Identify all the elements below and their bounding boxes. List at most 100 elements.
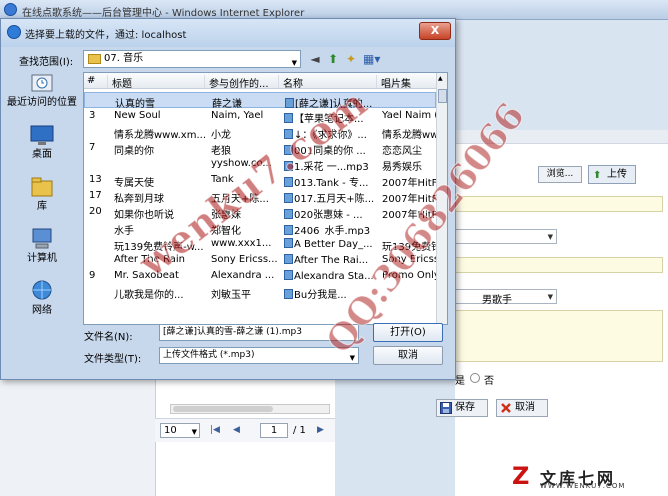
file-num: 20 — [89, 206, 102, 217]
current-page-input[interactable]: 1 — [260, 423, 288, 438]
upload-button[interactable]: ⬆ 上传 — [588, 165, 636, 184]
file-row[interactable]: 3 New Soul Naim, Yael 【苹果笔记本... Yael Naim ( — [84, 108, 436, 124]
vertical-scrollbar[interactable]: ▲ — [436, 73, 447, 324]
next-page-icon[interactable]: ▶ — [317, 425, 324, 435]
close-button[interactable]: X — [419, 22, 451, 40]
file-row[interactable]: 水手 郑智化 2406_水手.mp3 — [84, 220, 436, 236]
logo-mark-icon: Z — [512, 462, 530, 490]
view-menu-icon[interactable]: ▦▾ — [363, 51, 380, 67]
browser-title: 在线点歌系统——后台管理中心 - Windows Internet Explor… — [22, 8, 305, 19]
file-type-value: 上传文件格式 (*.mp3) — [163, 350, 255, 360]
file-list[interactable]: # 标题 参与创作的... 名称 唱片集 认真的雪 薛之谦 [薛之谦]认真的... 3… — [83, 72, 448, 325]
file-name: Bu分我是... — [284, 286, 377, 299]
browse-button[interactable]: 浏览... — [538, 166, 582, 183]
background-select[interactable]: ▼ — [455, 229, 557, 244]
file-title: 私奔到月球 — [114, 194, 164, 203]
file-artist: 五月天+陈... — [211, 194, 269, 203]
place-network[interactable]: 网络 — [5, 279, 79, 327]
file-type-select[interactable]: 上传文件格式 (*.mp3) ▼ — [159, 347, 359, 364]
file-title: 同桌的你 — [114, 146, 154, 155]
file-num — [89, 254, 107, 267]
file-name: 020张惠妹 - ... — [284, 206, 377, 219]
file-name-text: 【苹果笔记本... — [294, 114, 364, 123]
column-number[interactable]: # — [84, 75, 108, 88]
radio-no-label: 否 — [484, 376, 494, 387]
desktop-icon — [30, 125, 54, 145]
file-name-text: After The Rai... — [294, 255, 369, 266]
open-button[interactable]: 打开(O) — [373, 323, 443, 342]
audio-file-icon — [284, 193, 293, 203]
file-row[interactable]: 7 同桌的你 老狼 001同桌的你 ... 恋恋风尘 — [84, 140, 436, 156]
scroll-up-icon[interactable]: ▲ — [438, 75, 443, 82]
file-list-header: # 标题 参与创作的... 名称 唱片集 — [84, 73, 436, 89]
file-row[interactable]: 9 Mr. Saxobeat Alexandra ... Alexandra Sta.… — [84, 268, 436, 284]
file-row[interactable]: 玩139免费铃声-w... www.xxx1... A Better Day_...… — [84, 236, 436, 252]
file-name: 001同桌的你 ... — [284, 142, 377, 155]
place-recent[interactable]: 最近访问的位置 — [5, 71, 79, 119]
save-button[interactable]: 保存 — [436, 399, 488, 417]
look-in-select[interactable]: 07. 音乐 ▼ — [83, 50, 301, 68]
radio-no[interactable] — [470, 373, 480, 383]
file-album: Yael Naim ( — [382, 110, 436, 121]
dialog-title: 选择要上载的文件，通过: localhost — [25, 30, 187, 41]
file-album: 易秀娱乐 — [382, 162, 422, 171]
page-size-select[interactable]: 10 ▼ — [160, 423, 200, 438]
file-num: 13 — [89, 174, 102, 185]
file-num — [89, 222, 107, 235]
file-artist: Naim, Yael — [211, 110, 264, 121]
audio-file-icon — [284, 177, 293, 187]
horizontal-scrollbar[interactable] — [170, 404, 330, 414]
file-name: 2406_水手.mp3 — [284, 222, 377, 235]
file-name-label: 文件名(N): — [84, 332, 133, 343]
audio-file-icon — [285, 98, 294, 108]
file-name-input[interactable]: [薛之谦]认真的雪-薛之谦 (1).mp3 — [159, 324, 359, 341]
cancel-icon — [501, 403, 511, 413]
scroll-thumb[interactable] — [438, 89, 447, 103]
place-computer[interactable]: 计算机 — [5, 227, 79, 275]
file-row[interactable]: 情系龙腾www.xm... 小龙 ↓：《求求你》... 情系龙腾www — [84, 124, 436, 140]
file-album: 2007年HitFM — [382, 178, 436, 187]
file-title: 专属天使 — [114, 178, 154, 187]
file-title: 水手 — [114, 226, 134, 235]
background-field[interactable] — [455, 196, 663, 212]
column-album[interactable]: 唱片集 — [378, 75, 436, 88]
column-title[interactable]: 标题 — [109, 75, 205, 88]
column-name[interactable]: 名称 — [280, 75, 377, 88]
first-page-icon[interactable]: |◀ — [210, 425, 220, 435]
back-icon[interactable]: ◄ — [307, 51, 323, 67]
file-artist: 老狼 — [211, 146, 231, 155]
background-cancel-button[interactable]: 取消 — [496, 399, 548, 417]
places-bar: 最近访问的位置 桌面 库 计算机 网络 — [5, 71, 79, 325]
file-name: A Better Day_... — [284, 238, 377, 251]
file-album: Sony Ericss — [382, 254, 436, 265]
file-row[interactable]: 17 私奔到月球 五月天+陈... 017.五月天+陈... 2007年HitFM — [84, 188, 436, 204]
file-row[interactable]: 13 专属天使 Tank 013.Tank - 专... 2007年HitFM — [84, 172, 436, 188]
file-name: Alexandra Sta... — [284, 270, 377, 283]
total-pages: / 1 — [293, 425, 306, 436]
audio-file-icon — [284, 161, 293, 171]
file-row[interactable]: yyshow.co... 1.采花 一...mp3 易秀娱乐 — [84, 156, 436, 172]
file-title: Mr. Saxobeat — [114, 270, 179, 281]
file-row[interactable]: 20 如果你也听说 张惠妹 020张惠妹 - ... 2007年HitFM — [84, 204, 436, 220]
prev-page-icon[interactable]: ◀ — [233, 425, 240, 435]
place-desktop[interactable]: 桌面 — [5, 123, 79, 171]
file-name: 1.采花 一...mp3 — [284, 158, 377, 171]
up-folder-icon[interactable]: ⬆ — [325, 51, 341, 67]
file-num — [89, 158, 107, 171]
new-folder-icon[interactable]: ✦ — [343, 51, 359, 67]
column-artist[interactable]: 参与创作的... — [206, 75, 279, 88]
file-row[interactable]: 儿歌我是你的... 刘敏玉平 Bu分我是... — [84, 284, 436, 300]
file-row[interactable]: 认真的雪 薛之谦 [薛之谦]认真的... — [84, 92, 436, 108]
library-icon — [31, 177, 53, 197]
file-album — [383, 95, 437, 108]
place-library[interactable]: 库 — [5, 175, 79, 223]
background-field[interactable] — [455, 257, 663, 273]
cancel-button[interactable]: 取消 — [373, 346, 443, 365]
file-row[interactable]: After The Rain Sony Ericss... After The Ra… — [84, 252, 436, 268]
file-album: 玩139免费铃 — [382, 242, 436, 251]
file-name: 013.Tank - 专... — [284, 174, 377, 187]
file-title: 玩139免费铃声-w... — [114, 242, 204, 251]
background-textarea[interactable] — [455, 310, 663, 362]
upload-arrow-icon: ⬆ — [593, 170, 602, 181]
audio-file-icon — [284, 225, 293, 235]
